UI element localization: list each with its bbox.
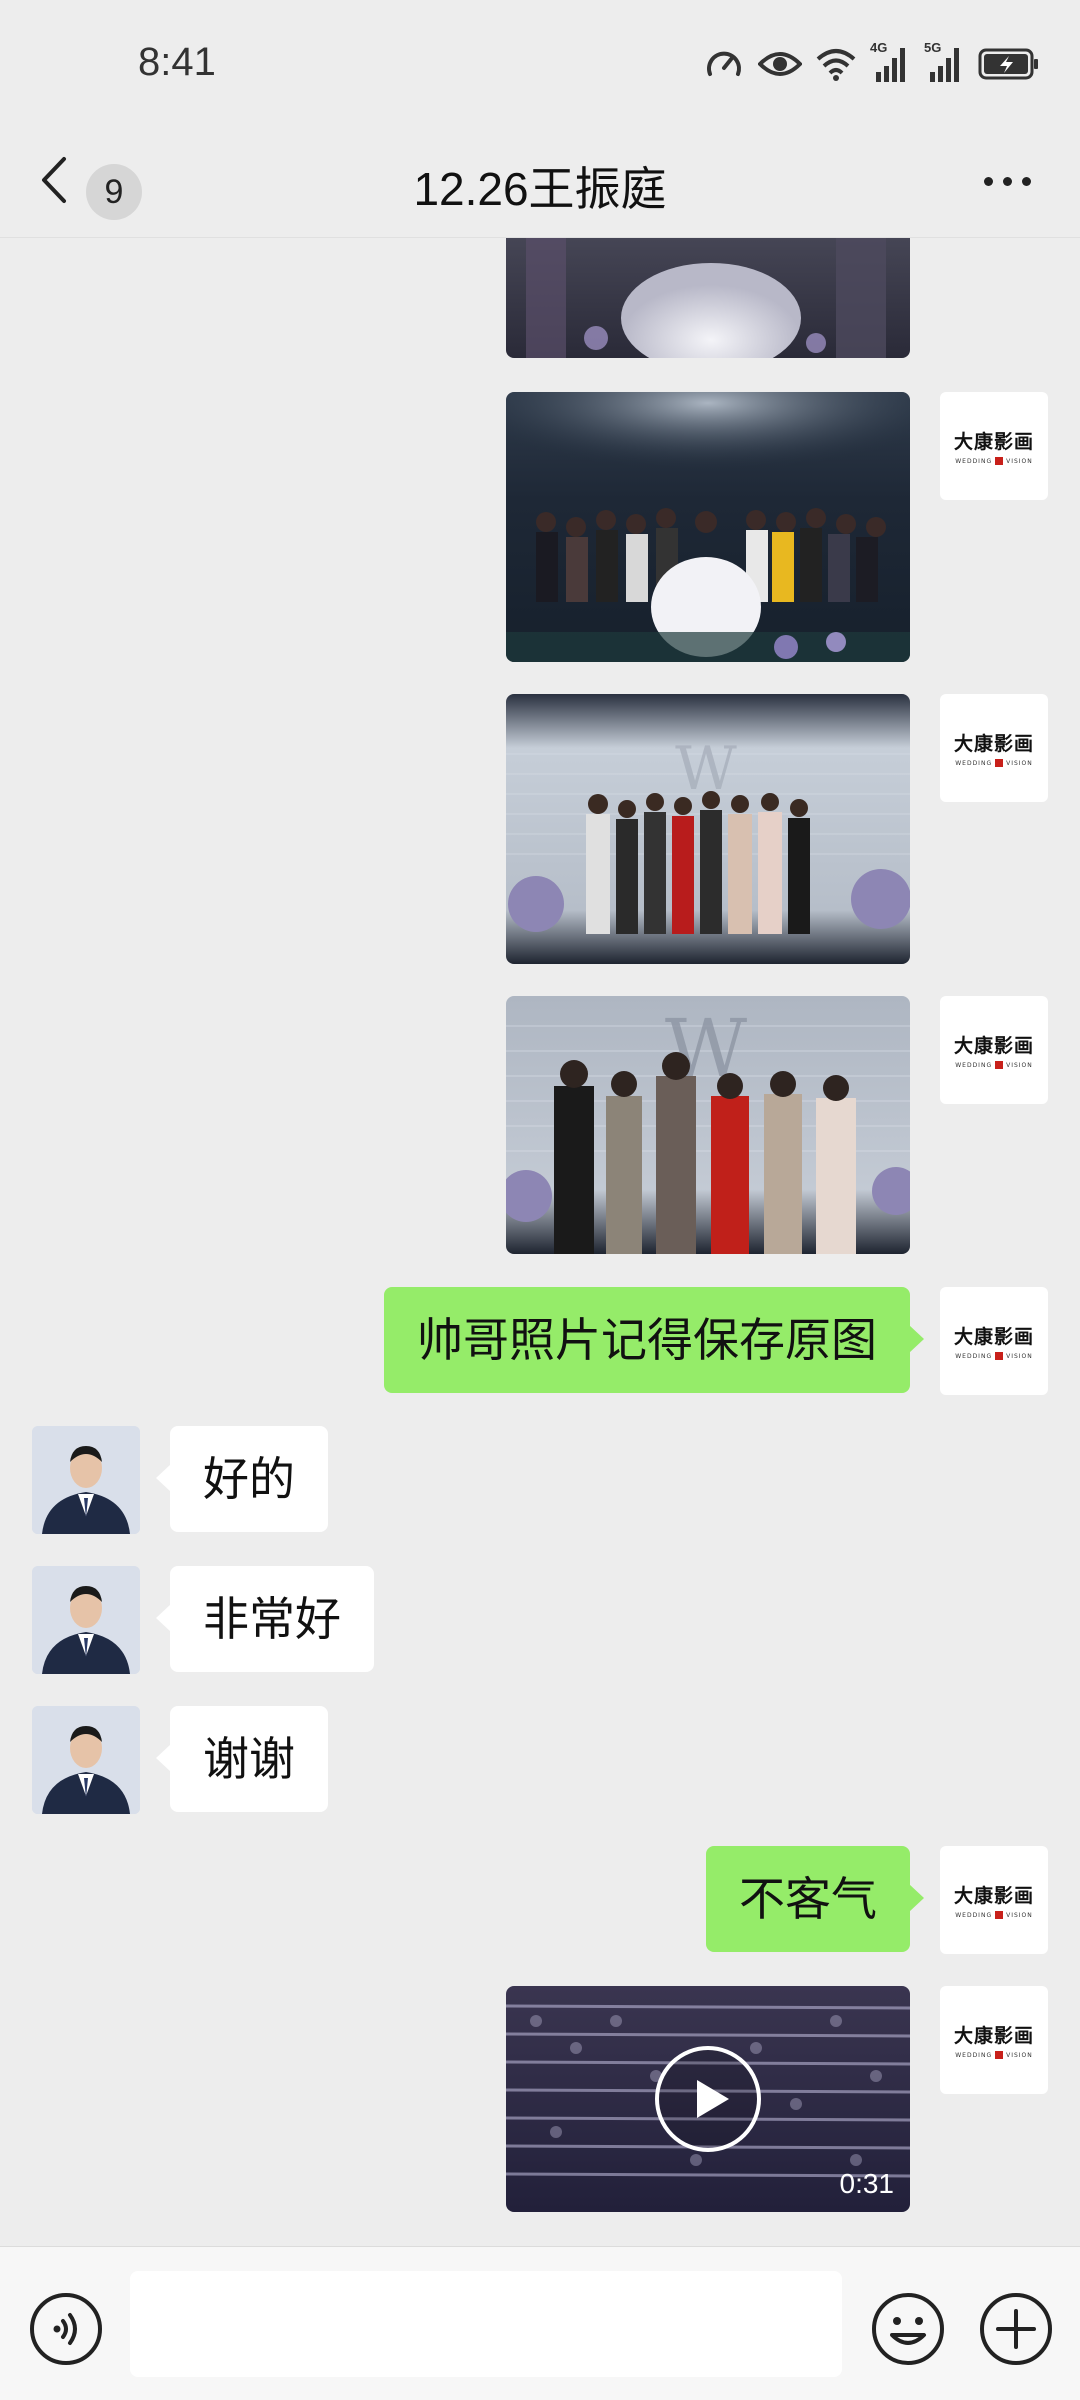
status-icons: 4G 5G xyxy=(704,40,1040,84)
input-bar xyxy=(0,2246,1080,2400)
message-input[interactable] xyxy=(130,2271,842,2377)
speed-icon xyxy=(704,46,744,82)
battery-charging-icon xyxy=(978,48,1040,80)
avatar-brand[interactable]: 大康影画 WEDDING VISION xyxy=(940,694,1048,802)
avatar-user[interactable] xyxy=(32,1706,140,1814)
brand-logo-sub: WEDDING VISION xyxy=(955,2051,1033,2059)
avatar-brand[interactable]: 大康影画 WEDDING VISION xyxy=(940,1846,1048,1954)
photo-message-group-crowd[interactable] xyxy=(506,392,910,662)
nav-bar: 9 12.26王振庭 xyxy=(0,125,1080,238)
emoji-button[interactable] xyxy=(870,2291,946,2367)
photo-message-bride-gown[interactable] xyxy=(506,238,910,358)
text-message-incoming[interactable]: 好的 xyxy=(156,1426,328,1532)
avatar-user[interactable] xyxy=(32,1426,140,1534)
avatar-brand[interactable]: 大康影画 WEDDING VISION xyxy=(940,1986,1048,2094)
more-dots-icon xyxy=(983,176,1031,186)
photo-message-group-small[interactable]: W xyxy=(506,996,910,1254)
brand-logo-sub: WEDDING VISION xyxy=(955,1061,1033,1069)
avatar-brand[interactable]: 大康影画 WEDDING VISION xyxy=(940,1287,1048,1395)
text-message-outgoing[interactable]: 不客气 xyxy=(706,1846,924,1952)
brand-logo-text: 大康影画 xyxy=(953,431,1034,453)
play-icon[interactable] xyxy=(653,2044,763,2154)
video-duration: 0:31 xyxy=(839,2168,895,2199)
photo-message-group-stage[interactable]: W xyxy=(506,694,910,964)
brand-logo-sub: WEDDING VISION xyxy=(955,457,1033,465)
net-4g-label: 4G xyxy=(870,40,888,55)
brand-logo-text: 大康影画 xyxy=(953,1326,1034,1348)
signal-4g-icon: 4G xyxy=(870,40,910,82)
text-message-outgoing[interactable]: 帅哥照片记得保存原图 xyxy=(384,1287,924,1393)
avatar-user[interactable] xyxy=(32,1566,140,1674)
avatar-brand[interactable]: 大康影画 WEDDING VISION xyxy=(940,996,1048,1104)
brand-logo-text: 大康影画 xyxy=(953,1035,1034,1057)
more-functions-button[interactable] xyxy=(978,2291,1054,2367)
message-list[interactable]: W W 帅哥照片记得保存原图 好的 非常好 谢谢 不客气 0:31 大康影画 W… xyxy=(0,238,1080,2246)
brand-logo-sub: WEDDING VISION xyxy=(955,1911,1033,1919)
text-message-incoming[interactable]: 非常好 xyxy=(156,1566,374,1672)
video-message[interactable]: 0:31 xyxy=(506,1986,910,2212)
status-bar: 8:41 4G 5G xyxy=(0,0,1080,125)
eye-icon xyxy=(758,48,802,80)
status-time: 8:41 xyxy=(138,40,216,84)
more-options-button[interactable] xyxy=(972,161,1042,201)
brand-logo-text: 大康影画 xyxy=(953,1885,1034,1907)
chat-title: 12.26王振庭 xyxy=(413,163,667,215)
voice-input-button[interactable] xyxy=(28,2291,104,2367)
text-message-incoming[interactable]: 谢谢 xyxy=(156,1706,328,1812)
brand-logo-text: 大康影画 xyxy=(953,733,1034,755)
brand-logo-sub: WEDDING VISION xyxy=(955,759,1033,767)
wifi-icon xyxy=(816,47,856,81)
net-5g-label: 5G xyxy=(924,40,942,55)
brand-logo-sub: WEDDING VISION xyxy=(955,1352,1033,1360)
avatar-brand[interactable]: 大康影画 WEDDING VISION xyxy=(940,392,1048,500)
brand-logo-text: 大康影画 xyxy=(953,2025,1034,2047)
signal-5g-icon: 5G xyxy=(924,40,964,82)
